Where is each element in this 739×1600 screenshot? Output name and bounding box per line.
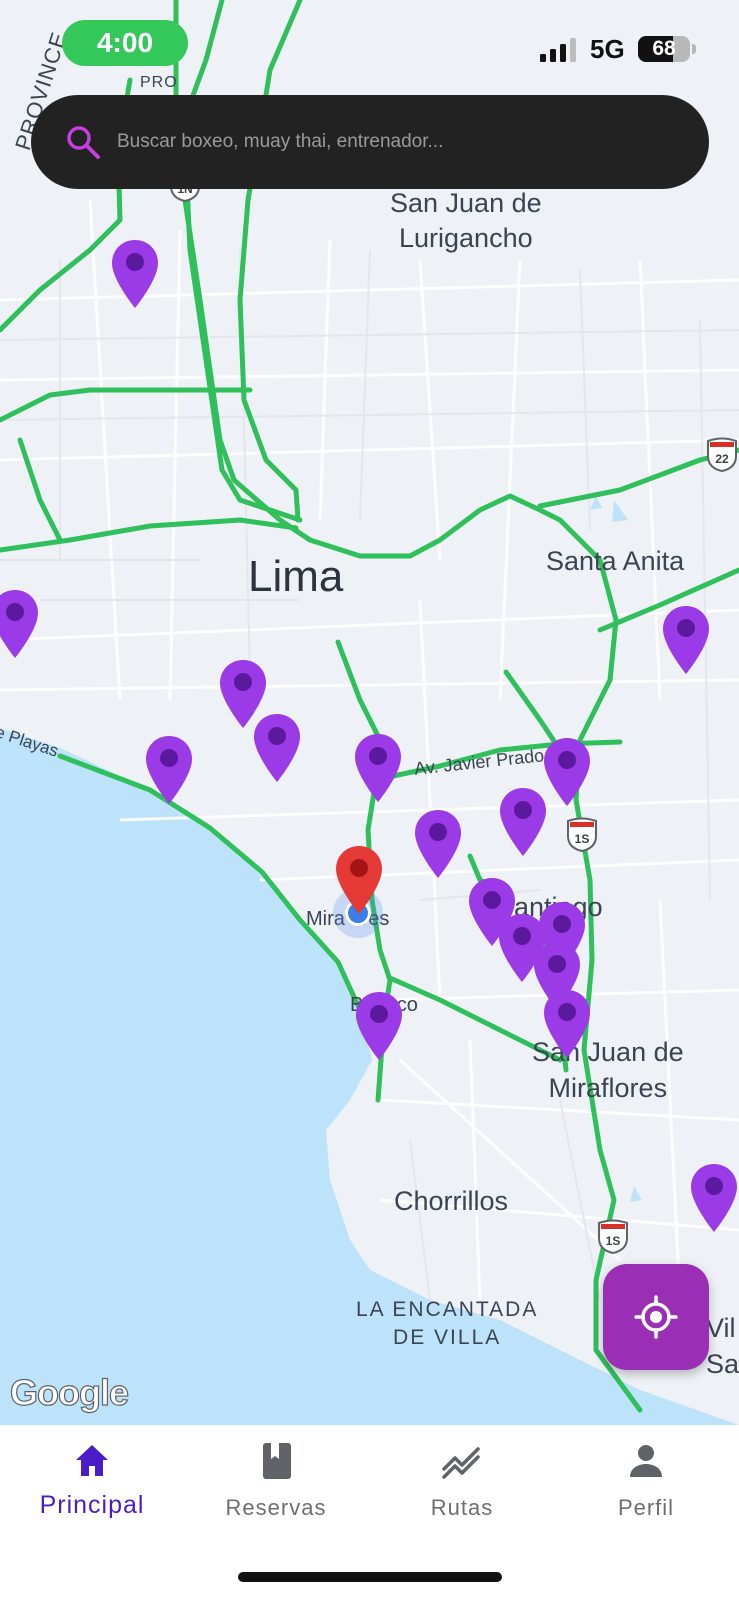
- svg-text:22: 22: [715, 452, 729, 466]
- svg-text:1S: 1S: [575, 832, 590, 846]
- home-indicator: [238, 1572, 502, 1582]
- highway-shield-1s: 1S: [567, 817, 597, 852]
- locate-me-button[interactable]: [603, 1264, 709, 1370]
- map-pin-icon: [544, 738, 590, 806]
- trending-icon: [442, 1447, 480, 1479]
- map-pin-icon: [663, 606, 709, 674]
- gym-pin[interactable]: [0, 588, 40, 660]
- home-icon: [76, 1445, 108, 1476]
- nav-label-principal: Principal: [39, 1491, 145, 1519]
- map-label-la-encantada: LA ENCANTADA DE VILLA: [356, 1298, 539, 1349]
- map-pin-icon: [691, 1164, 737, 1232]
- battery-percent: 68: [652, 37, 676, 60]
- status-bar: 4:00 5G 68: [0, 0, 739, 94]
- nav-label-rutas: Rutas: [430, 1495, 494, 1520]
- crosshair-icon: [634, 1295, 678, 1339]
- gym-pin[interactable]: [498, 786, 548, 858]
- map-label-san-juan-lurigancho: San Juan de Lurigancho: [390, 188, 542, 253]
- map-label-chorrillos: Chorrillos: [394, 1186, 509, 1216]
- gym-pin[interactable]: [542, 988, 592, 1060]
- search-input[interactable]: [117, 122, 677, 162]
- gym-pin[interactable]: [144, 734, 194, 806]
- map-label-lima: Lima: [248, 552, 344, 601]
- map-view[interactable]: 1N 1S 1S 22 PRO PROVINCE San Juan de Lur…: [0, 0, 739, 1425]
- status-time: 4:00: [62, 20, 188, 66]
- gym-pin[interactable]: [354, 990, 404, 1062]
- battery-cap: [692, 44, 696, 54]
- nav-item-perfil[interactable]: Perfil: [556, 1439, 736, 1549]
- map-pin-icon: [146, 736, 192, 804]
- nav-item-rutas[interactable]: Rutas: [372, 1439, 552, 1549]
- highway-shield-22: 22: [707, 437, 737, 472]
- gym-pin[interactable]: [110, 238, 160, 310]
- battery-icon: 68: [638, 36, 690, 62]
- map-pin-icon: [544, 990, 590, 1058]
- gym-pin[interactable]: [353, 732, 403, 804]
- nav-label-perfil: Perfil: [617, 1495, 675, 1520]
- signal-strength-icon: [540, 38, 576, 62]
- map-pin-icon: [356, 992, 402, 1060]
- selected-location-pin[interactable]: [334, 844, 384, 916]
- gym-pin[interactable]: [542, 736, 592, 808]
- search-icon: [67, 126, 100, 159]
- map-pin-icon: [0, 590, 38, 658]
- gym-pin[interactable]: [689, 1162, 739, 1234]
- person-icon: [630, 1445, 662, 1477]
- map-label-villa: Vil Salv: [706, 1313, 739, 1379]
- google-attribution-logo: Google: [9, 1371, 129, 1413]
- search-bar[interactable]: [31, 95, 709, 189]
- map-pin-icon: [336, 846, 382, 914]
- map-pin-icon: [500, 788, 546, 856]
- network-type: 5G: [590, 34, 625, 64]
- highway-shield-1s-south: 1S: [598, 1219, 628, 1254]
- map-pin-icon: [355, 734, 401, 802]
- gym-pin[interactable]: [661, 604, 711, 676]
- nav-item-principal[interactable]: Principal: [2, 1439, 182, 1549]
- gym-pin[interactable]: [413, 808, 463, 880]
- map-pin-icon: [112, 240, 158, 308]
- map-pin-icon: [254, 714, 300, 782]
- map-base-layer: [0, 0, 739, 1425]
- map-pin-icon: [415, 810, 461, 878]
- gym-pin[interactable]: [252, 712, 302, 784]
- map-label-santa-anita: Santa Anita: [546, 546, 685, 576]
- nav-item-reservas[interactable]: Reservas: [186, 1439, 366, 1549]
- book-icon: [263, 1443, 291, 1479]
- svg-text:1S: 1S: [606, 1234, 621, 1248]
- nav-label-reservas: Reservas: [225, 1495, 327, 1520]
